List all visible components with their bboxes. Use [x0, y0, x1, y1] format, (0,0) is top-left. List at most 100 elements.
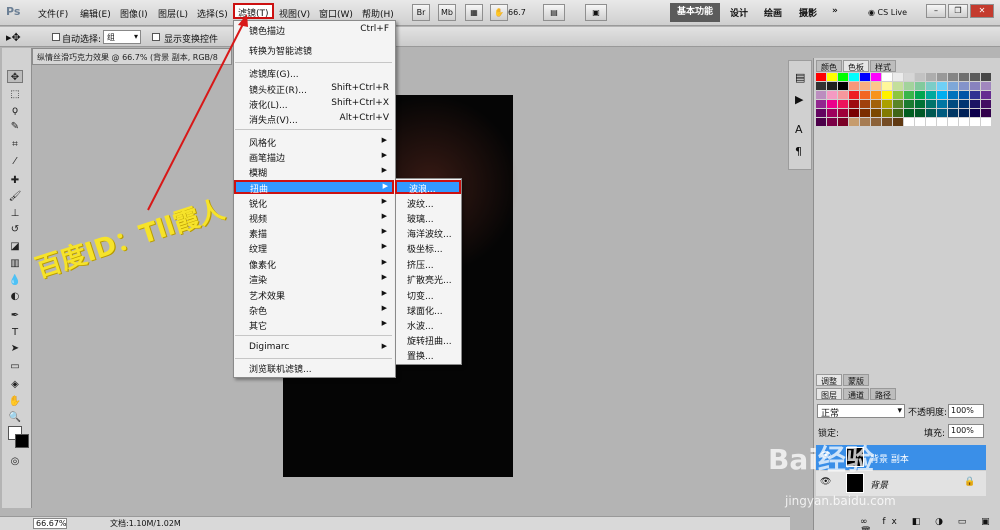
menu-item[interactable]: Digimarc ▶ — [249, 342, 389, 356]
color-swatch[interactable] — [838, 82, 848, 90]
tab-layers[interactable]: 图层 — [816, 388, 842, 400]
move-tool-preset-icon[interactable]: ▸✥ — [6, 31, 21, 44]
color-swatch[interactable] — [970, 109, 980, 117]
submenu-item[interactable]: 旋转扭曲... — [407, 334, 462, 348]
move-tool-icon[interactable]: ✥ — [7, 70, 23, 83]
color-swatch[interactable] — [827, 109, 837, 117]
menu-item[interactable]: 艺术效果 ▶ — [249, 289, 389, 303]
color-swatch[interactable] — [926, 82, 936, 90]
color-swatch[interactable] — [959, 109, 969, 117]
menu-edit[interactable]: 编辑(E) — [76, 5, 115, 21]
color-swatch[interactable] — [981, 82, 991, 90]
status-zoom[interactable]: 66.67% — [33, 518, 67, 529]
minimize-icon[interactable]: – — [926, 4, 946, 18]
tab-masks[interactable]: 蒙版 — [843, 374, 869, 386]
color-swatch[interactable] — [893, 82, 903, 90]
workspace-more-icon[interactable]: » — [832, 6, 838, 16]
color-swatch[interactable] — [915, 109, 925, 117]
submenu-item[interactable]: 海洋波纹... — [407, 227, 462, 241]
screen-mode-button[interactable]: ▣ — [585, 4, 607, 21]
color-swatch[interactable] — [904, 118, 914, 126]
cs-live-button[interactable]: ◉ CS Live — [868, 8, 907, 17]
color-swatch[interactable] — [816, 91, 826, 99]
menu-item[interactable]: 镜色描边 Ctrl+F — [249, 24, 389, 38]
color-swatch[interactable] — [937, 82, 947, 90]
menu-window[interactable]: 窗口(W) — [315, 5, 357, 21]
healing-brush-icon[interactable]: ✚ — [7, 174, 23, 187]
menu-item[interactable]: 渲染 ▶ — [249, 273, 389, 287]
menu-item[interactable]: 其它 ▶ — [249, 319, 389, 333]
color-swatch[interactable] — [959, 118, 969, 126]
color-swatch[interactable] — [893, 118, 903, 126]
color-swatch[interactable] — [915, 91, 925, 99]
menu-item[interactable]: 锐化 ▶ — [249, 197, 389, 211]
clone-stamp-icon[interactable]: ⊥ — [7, 207, 23, 220]
color-swatch[interactable] — [816, 100, 826, 108]
color-swatch[interactable] — [926, 91, 936, 99]
color-swatch[interactable] — [838, 91, 848, 99]
color-swatch[interactable] — [893, 91, 903, 99]
dodge-tool-icon[interactable]: ◐ — [7, 290, 23, 303]
opacity-input[interactable]: 100% — [948, 404, 984, 418]
color-swatch[interactable] — [948, 109, 958, 117]
color-swatch[interactable] — [981, 109, 991, 117]
blend-mode-dropdown[interactable]: 正常 ▾ — [817, 404, 905, 419]
color-swatch[interactable] — [860, 82, 870, 90]
color-swatch[interactable] — [882, 109, 892, 117]
zoom-tool-icon[interactable]: 🔍 — [7, 411, 23, 424]
color-swatch[interactable] — [882, 82, 892, 90]
path-selection-icon[interactable]: ➤ — [7, 342, 23, 355]
history-icon[interactable]: ▤ — [795, 71, 805, 84]
menu-item[interactable]: 杂色 ▶ — [249, 304, 389, 318]
submenu-item[interactable]: 挤压... — [407, 258, 462, 272]
menu-item[interactable]: 画笔描边 ▶ — [249, 151, 389, 165]
color-swatch[interactable] — [937, 109, 947, 117]
brush-tool-icon[interactable]: 🖌 — [7, 190, 23, 203]
crop-tool-icon[interactable]: ⌗ — [7, 138, 23, 151]
auto-select-checkbox[interactable] — [52, 33, 60, 41]
auto-select-dropdown[interactable]: 组 ▾ — [103, 30, 141, 44]
workspace-essentials[interactable]: 基本功能 — [670, 3, 720, 22]
color-swatch[interactable] — [849, 73, 859, 81]
color-swatch[interactable] — [871, 91, 881, 99]
history-brush-icon[interactable]: ↺ — [7, 223, 23, 236]
submenu-item[interactable]: 水波... — [407, 319, 462, 333]
color-swatch[interactable] — [926, 73, 936, 81]
quick-select-tool-icon[interactable]: ✎ — [7, 120, 23, 133]
bridge-button[interactable]: Br — [412, 4, 430, 21]
character-icon[interactable]: A — [795, 123, 803, 136]
menu-filter[interactable]: 滤镜(T) — [233, 3, 274, 19]
tab-paths[interactable]: 路径 — [870, 388, 896, 400]
submenu-item[interactable]: 扩散亮光... — [407, 273, 462, 287]
color-swatch[interactable] — [882, 118, 892, 126]
color-swatch[interactable] — [959, 82, 969, 90]
color-swatch[interactable] — [838, 73, 848, 81]
color-swatch[interactable] — [882, 91, 892, 99]
color-swatch[interactable] — [816, 118, 826, 126]
color-swatch[interactable] — [827, 91, 837, 99]
color-swatch[interactable] — [981, 91, 991, 99]
color-swatch[interactable] — [849, 109, 859, 117]
color-swatch[interactable] — [827, 100, 837, 108]
paragraph-icon[interactable]: ¶ — [795, 145, 802, 158]
type-tool-icon[interactable]: T — [7, 326, 23, 339]
color-swatch[interactable] — [915, 118, 925, 126]
color-swatch[interactable] — [827, 73, 837, 81]
menu-select[interactable]: 选择(S) — [193, 5, 232, 21]
color-swatch[interactable] — [948, 118, 958, 126]
color-swatch[interactable] — [915, 82, 925, 90]
menu-item[interactable]: 滤镜库(G)... — [249, 67, 389, 81]
menu-item[interactable]: 镜头校正(R)... Shift+Ctrl+R — [249, 83, 389, 97]
color-swatch[interactable] — [871, 109, 881, 117]
pen-tool-icon[interactable]: ✒ — [7, 309, 23, 322]
color-swatch[interactable] — [904, 73, 914, 81]
color-swatch[interactable] — [849, 82, 859, 90]
close-icon[interactable]: ✕ — [970, 4, 994, 18]
submenu-item[interactable]: 波纹... — [407, 197, 462, 211]
arrange-documents-button[interactable]: ▤ — [543, 4, 565, 21]
eyedropper-tool-icon[interactable]: ⁄ — [7, 155, 23, 168]
background-color-swatch[interactable] — [15, 434, 29, 448]
color-swatch[interactable] — [959, 73, 969, 81]
menu-item[interactable]: 液化(L)... Shift+Ctrl+X — [249, 98, 389, 112]
workspace-photography[interactable]: 摄影 — [799, 6, 817, 19]
